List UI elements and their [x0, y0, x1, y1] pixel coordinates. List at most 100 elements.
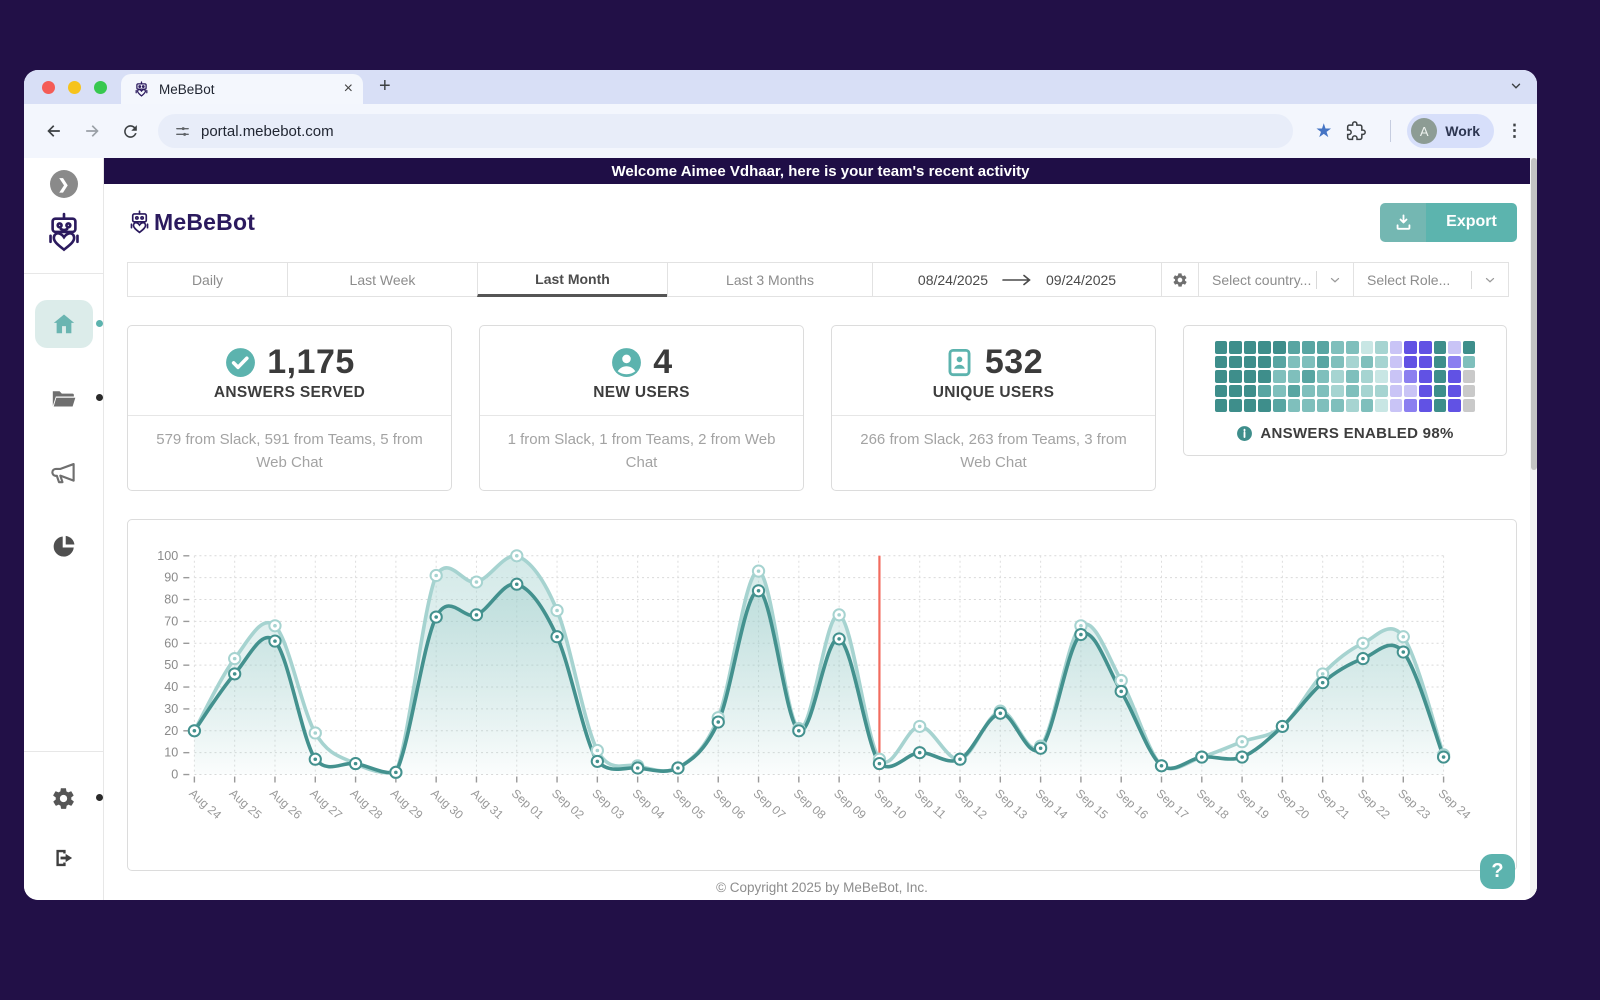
- data-point-center: [1119, 689, 1124, 694]
- heatmap-cell: [1258, 399, 1272, 412]
- window-close-button[interactable]: [42, 80, 55, 94]
- back-button[interactable]: [40, 117, 68, 145]
- chevron-down-icon[interactable]: [1317, 273, 1353, 287]
- stat-detail: 579 from Slack, 591 from Teams, 5 from W…: [128, 415, 451, 490]
- tab-close-icon[interactable]: ×: [344, 81, 353, 97]
- x-axis-date-label: Aug 31: [468, 786, 506, 822]
- extensions-icon[interactable]: [1342, 117, 1370, 145]
- tab-daily[interactable]: Daily: [127, 262, 288, 297]
- sidebar-item-content[interactable]: [35, 374, 103, 422]
- y-axis-tick-label: 80: [164, 593, 178, 607]
- data-point-center: [676, 766, 680, 770]
- help-button[interactable]: ?: [1480, 854, 1515, 889]
- data-point-center: [232, 656, 237, 661]
- tab-title: MeBeBot: [159, 81, 215, 97]
- forward-button[interactable]: [78, 117, 106, 145]
- x-axis-date-label: Sep 07: [750, 786, 788, 822]
- data-point-center: [1361, 656, 1365, 661]
- role-select[interactable]: Select Role...: [1353, 262, 1509, 297]
- heatmap-cell: [1418, 399, 1432, 412]
- sidebar-expand-button[interactable]: ❯: [49, 170, 78, 198]
- reload-button[interactable]: [116, 117, 144, 145]
- heatmap-cell: [1404, 355, 1417, 369]
- info-icon[interactable]: [1236, 425, 1253, 442]
- heatmap-cell: [1346, 341, 1359, 354]
- heatmap-cell: [1404, 384, 1417, 398]
- new-tab-button[interactable]: +: [379, 75, 391, 104]
- x-axis-date-label: Sep 21: [1315, 786, 1353, 822]
- date-to[interactable]: 09/24/2025: [1046, 272, 1116, 288]
- date-from[interactable]: 08/24/2025: [918, 272, 988, 288]
- browser-window: MeBeBot × + portal.mebebot.com ★ A Work …: [24, 70, 1537, 900]
- export-button[interactable]: Export: [1380, 202, 1517, 242]
- data-point-center: [877, 761, 882, 766]
- sidebar-item-broadcasts[interactable]: [35, 448, 93, 496]
- heatmap-cell: [1243, 355, 1257, 369]
- address-bar[interactable]: portal.mebebot.com: [158, 114, 1294, 148]
- window-minimize-button[interactable]: [68, 80, 81, 94]
- window-zoom-button[interactable]: [94, 80, 107, 94]
- sidebar-bottom-section: [24, 751, 104, 900]
- data-point-center: [1240, 755, 1244, 759]
- tab-last-month[interactable]: Last Month: [477, 262, 668, 297]
- filter-settings-button[interactable]: [1161, 262, 1199, 297]
- tab-last-week[interactable]: Last Week: [287, 262, 478, 297]
- x-axis-date-label: Sep 24: [1436, 786, 1474, 822]
- stat-detail: 1 from Slack, 1 from Teams, 2 from Web C…: [480, 415, 803, 490]
- x-axis-date-label: Sep 17: [1153, 786, 1191, 822]
- x-axis-date-label: Sep 03: [589, 786, 627, 822]
- scrollbar-thumb[interactable]: [1530, 158, 1537, 470]
- heatmap-cell: [1389, 399, 1403, 412]
- heatmap-cell: [1287, 399, 1301, 412]
- tab-search-chevron-icon[interactable]: [1509, 79, 1523, 98]
- x-axis-date-label: Sep 11: [912, 786, 949, 821]
- tab-last-3-months[interactable]: Last 3 Months: [667, 262, 873, 297]
- x-axis-date-label: Sep 12: [952, 786, 990, 822]
- browser-menu-icon[interactable]: ⋮: [1506, 121, 1523, 141]
- browser-tab[interactable]: MeBeBot ×: [121, 74, 363, 104]
- y-axis-tick-label: 30: [164, 702, 178, 716]
- heatmap-cell: [1375, 370, 1388, 383]
- activity-line-chart[interactable]: 0 10 20 30 40 50 60 70 80 90 100 Aug 24 Aug 25 Aug 26…: [128, 520, 1516, 870]
- pie-chart-icon: [53, 535, 74, 557]
- brand-name: MeBeBot: [154, 208, 256, 235]
- sidebar-item-settings[interactable]: [35, 774, 103, 822]
- data-point-center: [555, 608, 559, 613]
- bookmark-star-icon[interactable]: ★: [1315, 120, 1332, 143]
- home-icon: [53, 314, 74, 334]
- page-scrollbar[interactable]: [1530, 158, 1537, 900]
- heatmap-cell: [1273, 399, 1286, 412]
- heatmap-cell: [1243, 384, 1257, 398]
- heatmap-cell: [1462, 384, 1476, 398]
- sidebar-item-analytics[interactable]: [35, 522, 93, 570]
- country-select[interactable]: Select country...: [1198, 262, 1354, 297]
- chevron-down-icon[interactable]: [1472, 273, 1508, 287]
- x-axis-date-label: Sep 18: [1194, 786, 1232, 822]
- date-range-picker[interactable]: 08/24/2025 09/24/2025: [872, 262, 1162, 297]
- x-axis-date-label: Sep 09: [831, 786, 869, 822]
- stat-card-answers-served: 1,175 ANSWERS SERVED 579 from Slack, 591…: [127, 325, 452, 491]
- y-axis-tick-label: 40: [164, 680, 178, 694]
- tab-strip: MeBeBot × +: [24, 70, 1537, 104]
- data-point-center: [635, 766, 640, 770]
- stat-value: 1,175: [267, 343, 355, 381]
- profile-chip[interactable]: A Work: [1407, 114, 1494, 148]
- heatmap-cell: [1346, 384, 1359, 398]
- heatmap-cell: [1360, 384, 1374, 398]
- user-circle-icon: [612, 348, 642, 377]
- data-point-center: [514, 554, 519, 558]
- arrow-right-icon: [1002, 274, 1031, 285]
- site-settings-icon[interactable]: [174, 123, 191, 140]
- heatmap-cell: [1346, 399, 1359, 412]
- export-button-label: Export: [1426, 202, 1517, 242]
- heatmap-cell: [1346, 370, 1359, 383]
- heatmap-cell: [1462, 370, 1476, 383]
- brand: MeBeBot: [127, 209, 255, 236]
- data-point-center: [716, 720, 721, 724]
- sidebar-item-home[interactable]: [34, 300, 103, 348]
- heatmap-cell: [1273, 341, 1286, 354]
- heatmap-cell: [1302, 355, 1315, 369]
- x-axis-date-label: Sep 08: [791, 786, 829, 822]
- sidebar-item-logout[interactable]: [35, 834, 93, 882]
- heatmap-cell: [1302, 341, 1315, 354]
